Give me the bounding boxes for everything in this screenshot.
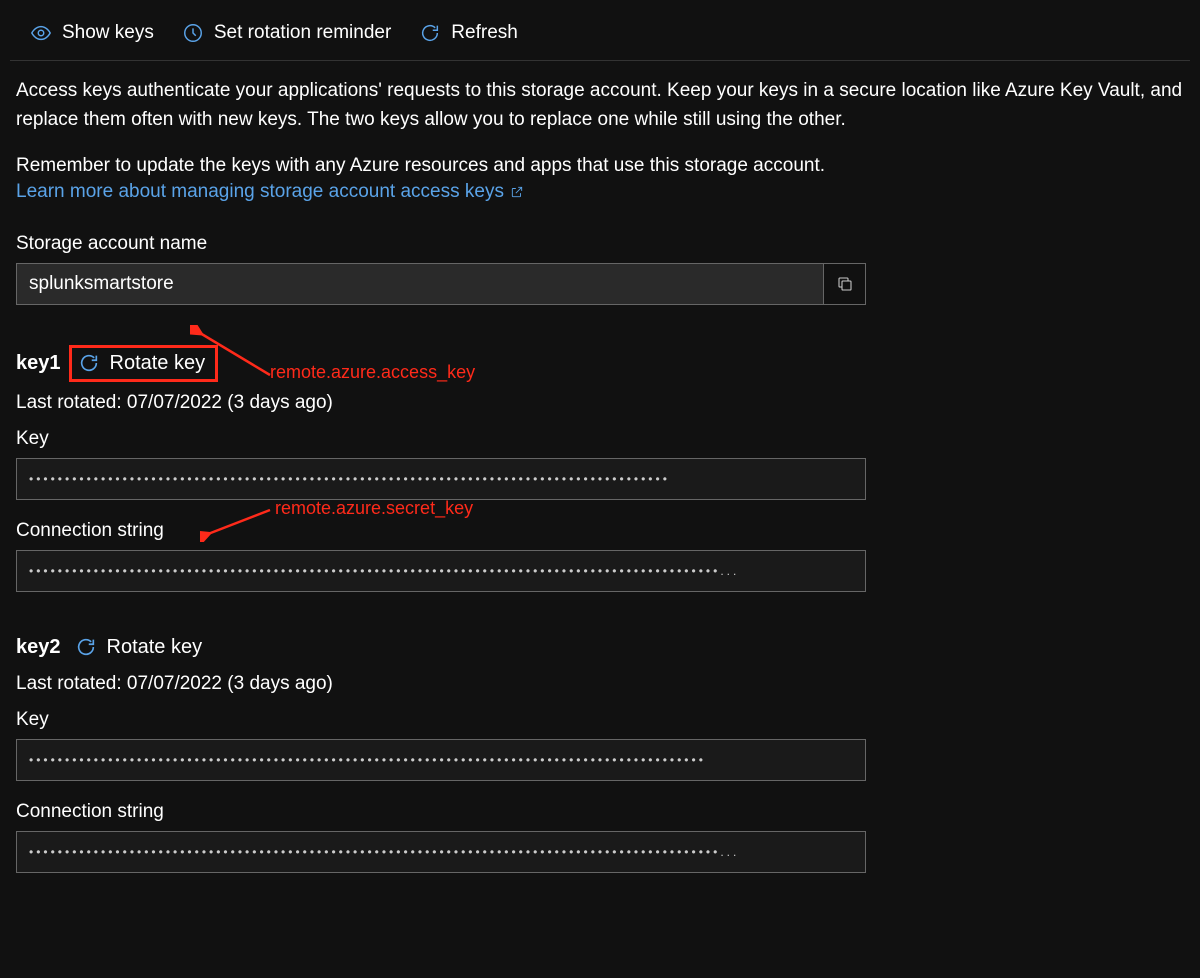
key2-cs-row: ••••••••••••••••••••••••••••••••••••••••…	[16, 831, 866, 873]
copy-storage-name-button[interactable]	[824, 263, 866, 305]
set-rotation-reminder-button[interactable]: Set rotation reminder	[182, 22, 391, 44]
key1-cs-row: ••••••••••••••••••••••••••••••••••••••••…	[16, 550, 866, 592]
key2-rotate-button[interactable]: Rotate key	[69, 632, 213, 663]
key1-key-value[interactable]: ••••••••••••••••••••••••••••••••••••••••…	[16, 458, 866, 500]
storage-account-name-label: Storage account name	[16, 233, 1184, 255]
copy-icon	[836, 275, 854, 293]
external-link-icon	[510, 185, 524, 199]
key2-last-rotated: Last rotated: 07/07/2022 (3 days ago)	[16, 673, 1184, 695]
eye-icon	[30, 22, 52, 44]
storage-account-name-input[interactable]	[16, 263, 824, 305]
key1-header: key1 Rotate key	[16, 345, 1184, 382]
key1-cs-label: Connection string	[16, 520, 1184, 542]
key2-rotate-label: Rotate key	[107, 636, 203, 659]
content-area: Access keys authenticate your applicatio…	[10, 61, 1190, 873]
learn-more-label: Learn more about managing storage accoun…	[16, 181, 504, 203]
key1-cs-value[interactable]: ••••••••••••••••••••••••••••••••••••••••…	[16, 550, 866, 592]
key2-key-row: ••••••••••••••••••••••••••••••••••••••••…	[16, 739, 866, 781]
set-reminder-label: Set rotation reminder	[214, 22, 391, 44]
reminder-text: Remember to update the keys with any Azu…	[16, 152, 1184, 181]
show-keys-button[interactable]: Show keys	[30, 22, 154, 44]
rotate-icon	[75, 636, 97, 658]
toolbar: Show keys Set rotation reminder Refresh	[10, 10, 1190, 61]
key1-rotate-label: Rotate key	[110, 352, 206, 375]
key2-cs-value[interactable]: ••••••••••••••••••••••••••••••••••••••••…	[16, 831, 866, 873]
key2-header: key2 Rotate key	[16, 632, 1184, 663]
refresh-label: Refresh	[451, 22, 518, 44]
key2-key-value[interactable]: ••••••••••••••••••••••••••••••••••••••••…	[16, 739, 866, 781]
key1-key-label: Key	[16, 428, 1184, 450]
key2-key-label: Key	[16, 709, 1184, 731]
key2-cs-label: Connection string	[16, 801, 1184, 823]
key1-name: key1	[16, 352, 61, 375]
refresh-icon	[419, 22, 441, 44]
key1-rotate-button[interactable]: Rotate key	[69, 345, 219, 382]
refresh-button[interactable]: Refresh	[419, 22, 518, 44]
storage-account-name-row	[16, 263, 866, 305]
learn-more-link[interactable]: Learn more about managing storage accoun…	[16, 181, 524, 203]
rotate-icon	[78, 352, 100, 374]
key1-last-rotated: Last rotated: 07/07/2022 (3 days ago)	[16, 392, 1184, 414]
key1-key-row: ••••••••••••••••••••••••••••••••••••••••…	[16, 458, 866, 500]
clock-icon	[182, 22, 204, 44]
key2-name: key2	[16, 636, 61, 659]
show-keys-label: Show keys	[62, 22, 154, 44]
description-text: Access keys authenticate your applicatio…	[16, 77, 1184, 134]
